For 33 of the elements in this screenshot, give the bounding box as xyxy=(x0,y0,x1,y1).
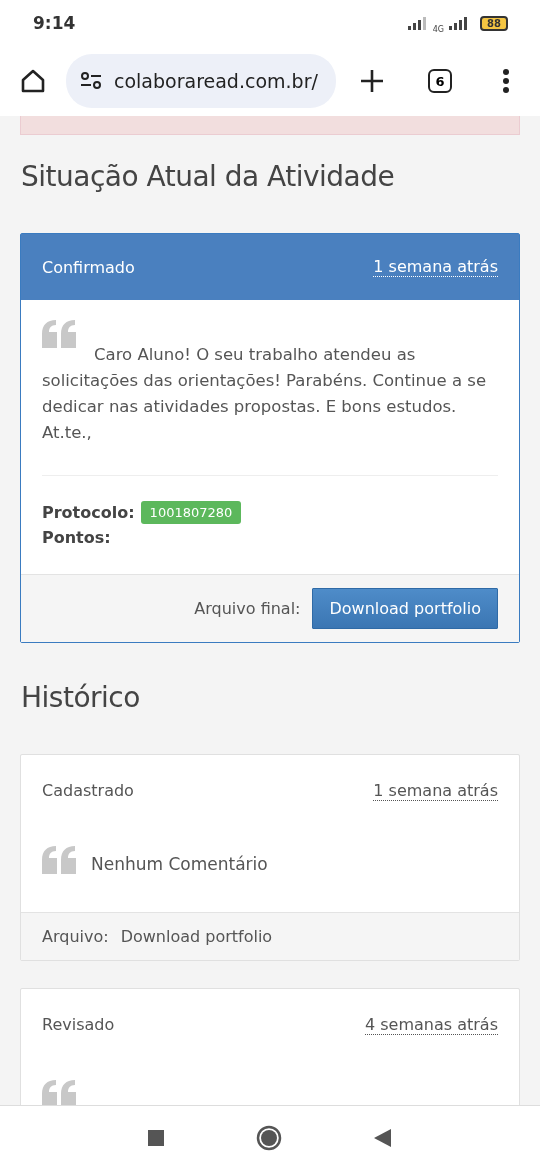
battery-indicator: 88 xyxy=(480,15,508,31)
download-link[interactable]: Download portfolio xyxy=(120,927,273,946)
status-label: Cadastrado xyxy=(42,781,134,801)
comment-text: Nenhum Comentário xyxy=(91,854,268,874)
plus-icon[interactable] xyxy=(360,69,384,93)
status-label: Confirmado xyxy=(42,257,135,277)
time-label: 4 semanas atrás xyxy=(365,1015,498,1035)
comment-text: Caro Aluno! O seu trabalho atendeu as solicitações das orientações! Parabéns. Continue a se dedicar nas atividades propostas. E bons estudos. At.te., xyxy=(42,344,488,444)
tab-switcher[interactable]: 6 xyxy=(428,69,452,93)
back-icon[interactable] xyxy=(374,1129,392,1147)
quote-icon xyxy=(42,1080,76,1105)
time-label: 1 semana atrás xyxy=(373,257,498,277)
time-label: 1 semana atrás xyxy=(373,781,498,801)
points-label: Pontos: xyxy=(42,528,111,547)
signal-icon xyxy=(406,16,429,30)
home-icon[interactable] xyxy=(20,68,46,94)
address-bar[interactable]: colaboraread.com.br/ xyxy=(66,54,336,108)
quote-icon xyxy=(42,320,76,348)
section-title: Situação Atual da Atividade xyxy=(21,160,396,193)
file-label: Arquivo: xyxy=(42,927,109,946)
section-title: Histórico xyxy=(21,681,141,714)
menu-icon[interactable] xyxy=(502,69,510,93)
download-button[interactable]: Download portfolio xyxy=(312,588,498,629)
url-text: colaboraread.com.br/ xyxy=(114,70,318,92)
status-label: Revisado xyxy=(42,1015,115,1035)
protocol-badge: 1001807280 xyxy=(140,501,242,524)
clock: 9:14 xyxy=(33,13,76,33)
file-label: Arquivo final: xyxy=(194,599,301,618)
home-icon[interactable] xyxy=(256,1125,282,1151)
protocol-label: Protocolo: xyxy=(42,503,135,522)
network-label: 4G xyxy=(432,24,445,34)
quote-icon xyxy=(42,846,76,874)
site-settings-icon[interactable] xyxy=(80,72,102,90)
